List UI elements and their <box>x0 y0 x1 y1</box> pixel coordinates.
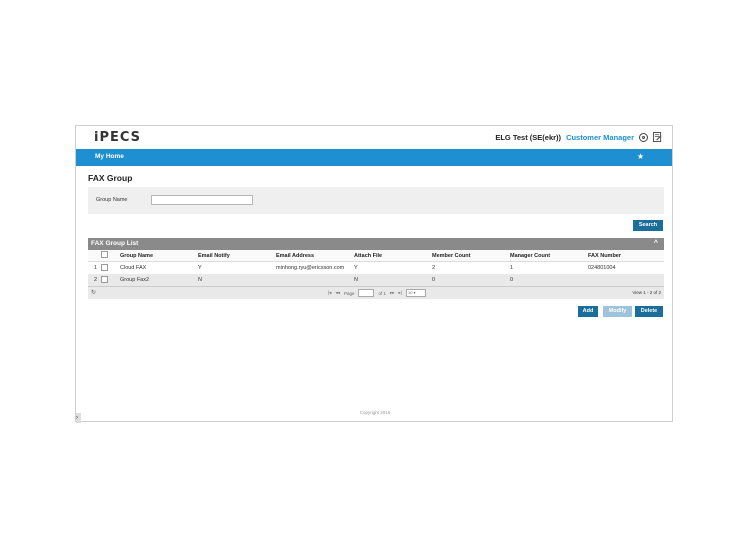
row-checkbox[interactable] <box>101 275 108 283</box>
table-header-row: Group Name Email Notify Email Address At… <box>88 250 664 262</box>
cell-email-notify: N <box>196 274 274 286</box>
cell-email-address: minhong.ryu@ericsson.com <box>276 265 345 271</box>
nav-my-home[interactable]: My Home <box>95 153 124 160</box>
cell-group-name: Group Fax2 <box>118 274 196 286</box>
select-all-checkbox[interactable] <box>101 251 108 258</box>
search-panel: Group Name <box>88 187 664 214</box>
expand-chevron-icon[interactable]: › <box>76 413 81 423</box>
fax-group-grid: FAX Group List ^ Group Name Email Notify… <box>88 238 664 299</box>
cell-group-name: Cloud FAX <box>120 265 147 271</box>
modify-button[interactable]: Modify <box>603 306 632 317</box>
cell-manager-count: 1 <box>510 265 514 271</box>
row-number: 2 <box>88 274 99 286</box>
group-name-input[interactable] <box>151 195 253 205</box>
cell-member-count: 0 <box>430 274 508 286</box>
grid-caption-text: FAX Group List <box>91 240 139 247</box>
table-row[interactable]: 2 Group Fax2 N N 0 0 <box>88 274 664 286</box>
prev-page-icon[interactable]: ◂◂ <box>335 290 340 296</box>
col-attach-file[interactable]: Attach File <box>352 250 430 262</box>
cell-email-address <box>274 274 352 286</box>
last-page-icon[interactable]: ▸| <box>399 290 402 296</box>
app-window: iPECS ELG Test (SE(ekr)) Customer Manage… <box>75 125 673 423</box>
cell-attach-file: Y <box>354 265 358 271</box>
col-email-address[interactable]: Email Address <box>274 250 352 262</box>
collapse-chevron-icon[interactable]: ^ <box>654 238 658 250</box>
first-page-icon[interactable]: |◂ <box>328 290 331 296</box>
cell-attach-file: N <box>352 274 430 286</box>
col-group-name[interactable]: Group Name <box>118 250 196 262</box>
col-member-count[interactable]: Member Count <box>430 250 508 262</box>
next-page-icon[interactable]: ▸▸ <box>390 290 395 296</box>
pager-nav: |◂ ◂◂ Page of 1 ▸▸ ▸| 10 ▾ <box>328 289 426 297</box>
fax-group-table: Group Name Email Notify Email Address At… <box>88 250 664 286</box>
page-title: FAX Group <box>88 173 133 183</box>
view-range-text: View 1 - 2 of 2 <box>632 290 661 295</box>
row-number: 1 <box>93 265 97 271</box>
grid-caption: FAX Group List ^ <box>88 238 664 250</box>
top-nav-bar: My Home ★ <box>76 149 672 166</box>
cell-fax-number <box>586 274 664 286</box>
col-fax-number[interactable]: FAX Number <box>586 250 664 262</box>
search-button[interactable]: Search <box>633 220 663 231</box>
user-role-link[interactable]: Customer Manager <box>566 133 634 142</box>
copyright-text: Copyright 2016 <box>359 410 391 415</box>
organization-name: ELG Test (SE(ekr)) <box>495 132 562 142</box>
header-user-area: ELG Test (SE(ekr)) Customer Manager <box>495 132 662 142</box>
col-manager-count[interactable]: Manager Count <box>508 250 586 262</box>
page-of-label: of 1 <box>378 290 386 296</box>
document-edit-icon[interactable] <box>653 132 662 142</box>
refresh-icon[interactable]: ↻ <box>91 289 96 296</box>
col-email-notify[interactable]: Email Notify <box>196 250 274 262</box>
page-label: Page <box>343 290 355 296</box>
cell-member-count: 2 <box>432 265 436 271</box>
delete-button[interactable]: Delete <box>635 306 663 317</box>
cell-manager-count: 0 <box>508 274 586 286</box>
add-button[interactable]: Add <box>578 306 598 317</box>
favorite-star-icon[interactable]: ★ <box>637 152 644 161</box>
cell-email-notify: Y <box>198 265 202 271</box>
grid-pager: ↻ |◂ ◂◂ Page of 1 ▸▸ ▸| 10 ▾ View 1 - 2 … <box>88 286 664 299</box>
group-name-label: Group Name <box>96 197 128 203</box>
settings-circle-icon[interactable] <box>639 132 648 142</box>
ipecs-logo: iPECS <box>94 130 142 145</box>
cell-fax-number: 024801004 <box>588 265 616 271</box>
row-checkbox[interactable] <box>101 263 108 271</box>
rows-per-page-select[interactable]: 10 ▾ <box>405 289 426 297</box>
page-number-input[interactable] <box>358 289 375 297</box>
table-row[interactable]: 1 Cloud FAX Y minhong.ryu@ericsson.com Y… <box>88 262 664 275</box>
